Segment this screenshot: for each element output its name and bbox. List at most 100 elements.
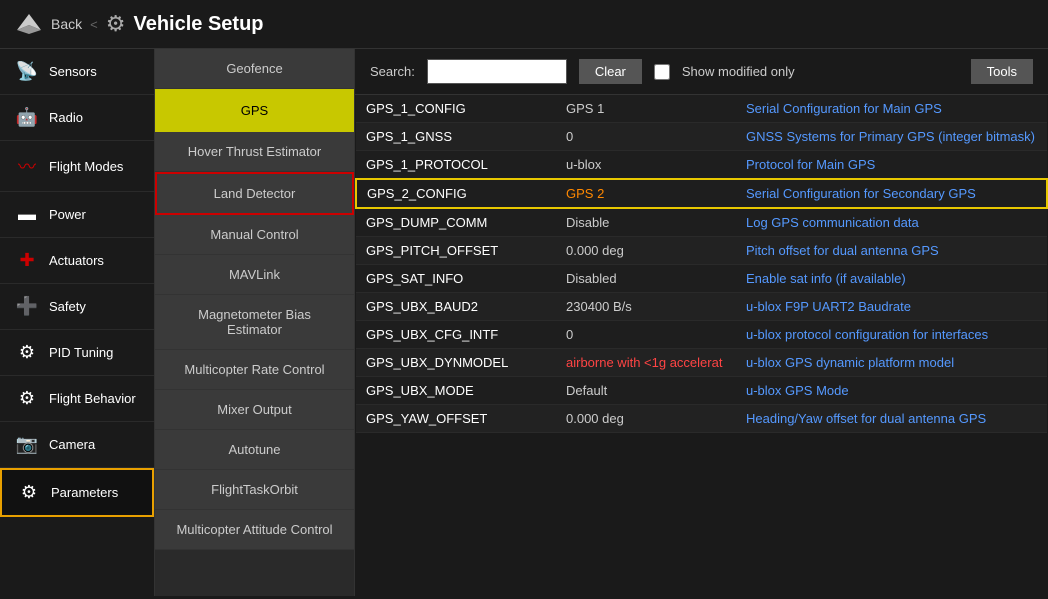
param-value[interactable]: 0.000 deg xyxy=(556,405,736,433)
param-name: GPS_UBX_BAUD2 xyxy=(356,293,556,321)
param-desc: Pitch offset for dual antenna GPS xyxy=(736,237,1047,265)
sidebar-item-flight-behavior[interactable]: ⚙ Flight Behavior xyxy=(0,376,154,422)
sidebar-label-safety: Safety xyxy=(49,299,86,314)
sub-item-mag-bias[interactable]: Magnetometer Bias Estimator xyxy=(155,295,354,350)
table-row[interactable]: GPS_YAW_OFFSET0.000 degHeading/Yaw offse… xyxy=(356,405,1047,433)
sub-item-manual-control[interactable]: Manual Control xyxy=(155,215,354,255)
param-desc: GNSS Systems for Primary GPS (integer bi… xyxy=(736,123,1047,151)
table-row[interactable]: GPS_DUMP_COMMDisableLog GPS communicatio… xyxy=(356,208,1047,237)
sidebar-item-flight-modes[interactable]: 〰 Flight Modes xyxy=(0,141,154,192)
sidebar-label-sensors: Sensors xyxy=(49,64,97,79)
flight-modes-icon: 〰 xyxy=(15,153,39,179)
param-name: GPS_UBX_CFG_INTF xyxy=(356,321,556,349)
flight-behavior-icon: ⚙ xyxy=(15,388,39,409)
param-name: GPS_DUMP_COMM xyxy=(356,208,556,237)
sub-sidebar: Geofence GPS Hover Thrust Estimator Land… xyxy=(155,49,355,596)
table-row[interactable]: GPS_1_PROTOCOLu-bloxProtocol for Main GP… xyxy=(356,151,1047,180)
table-row[interactable]: GPS_2_CONFIGGPS 2Serial Configuration fo… xyxy=(356,179,1047,208)
param-name: GPS_1_PROTOCOL xyxy=(356,151,556,180)
sidebar-item-actuators[interactable]: ✚ Actuators xyxy=(0,238,154,284)
table-row[interactable]: GPS_SAT_INFODisabledEnable sat info (if … xyxy=(356,265,1047,293)
sub-item-geofence[interactable]: Geofence xyxy=(155,49,354,89)
sidebar-label-flight-behavior: Flight Behavior xyxy=(49,391,136,406)
param-value[interactable]: 0 xyxy=(556,123,736,151)
safety-icon: ➕ xyxy=(15,296,39,317)
sub-item-mavlink[interactable]: MAVLink xyxy=(155,255,354,295)
header: Back < ⚙ Vehicle Setup xyxy=(0,0,1048,49)
param-value[interactable]: Default xyxy=(556,377,736,405)
param-value[interactable]: airborne with <1g accelerat xyxy=(556,349,736,377)
sub-item-gps[interactable]: GPS xyxy=(155,89,354,132)
sidebar-label-camera: Camera xyxy=(49,437,95,452)
power-icon: ▬ xyxy=(15,204,39,225)
clear-button[interactable]: Clear xyxy=(579,59,642,84)
param-desc: Serial Configuration for Main GPS xyxy=(736,95,1047,123)
param-name: GPS_2_CONFIG xyxy=(356,179,556,208)
back-button[interactable]: Back xyxy=(51,16,82,32)
param-value[interactable]: 0 xyxy=(556,321,736,349)
param-value[interactable]: 230400 B/s xyxy=(556,293,736,321)
param-name: GPS_UBX_MODE xyxy=(356,377,556,405)
param-value[interactable]: GPS 2 xyxy=(556,179,736,208)
table-row[interactable]: GPS_UBX_MODEDefaultu-blox GPS Mode xyxy=(356,377,1047,405)
param-value[interactable]: Disable xyxy=(556,208,736,237)
sidebar-label-parameters: Parameters xyxy=(51,485,118,500)
show-modified-label: Show modified only xyxy=(682,64,795,79)
table-row[interactable]: GPS_UBX_CFG_INTF0u-blox protocol configu… xyxy=(356,321,1047,349)
search-label: Search: xyxy=(370,64,415,79)
param-desc: Protocol for Main GPS xyxy=(736,151,1047,180)
sub-item-land-detector[interactable]: Land Detector xyxy=(155,172,354,215)
param-value[interactable]: 0.000 deg xyxy=(556,237,736,265)
params-table: GPS_1_CONFIGGPS 1Serial Configuration fo… xyxy=(355,95,1048,596)
search-input[interactable] xyxy=(427,59,567,84)
sidebar: 📡 Sensors 🤖 Radio 〰 Flight Modes ▬ Power… xyxy=(0,49,155,596)
toolbar: Search: Clear Show modified only Tools xyxy=(355,49,1048,95)
param-name: GPS_YAW_OFFSET xyxy=(356,405,556,433)
table-row[interactable]: GPS_UBX_DYNMODELairborne with <1g accele… xyxy=(356,349,1047,377)
param-name: GPS_SAT_INFO xyxy=(356,265,556,293)
sidebar-item-safety[interactable]: ➕ Safety xyxy=(0,284,154,330)
sidebar-label-actuators: Actuators xyxy=(49,253,104,268)
sidebar-item-radio[interactable]: 🤖 Radio xyxy=(0,95,154,141)
param-name: GPS_1_GNSS xyxy=(356,123,556,151)
sidebar-item-power[interactable]: ▬ Power xyxy=(0,192,154,238)
param-desc: Log GPS communication data xyxy=(736,208,1047,237)
param-name: GPS_1_CONFIG xyxy=(356,95,556,123)
sub-item-flighttaskorbit[interactable]: FlightTaskOrbit xyxy=(155,470,354,510)
sidebar-label-power: Power xyxy=(49,207,86,222)
sub-item-hover-thrust[interactable]: Hover Thrust Estimator xyxy=(155,132,354,172)
main-layout: 📡 Sensors 🤖 Radio 〰 Flight Modes ▬ Power… xyxy=(0,49,1048,596)
plane-icon xyxy=(15,10,43,38)
sidebar-item-parameters[interactable]: ⚙ Parameters xyxy=(0,468,154,517)
sub-item-mc-attitude[interactable]: Multicopter Attitude Control xyxy=(155,510,354,550)
table-row[interactable]: GPS_UBX_BAUD2230400 B/su-blox F9P UART2 … xyxy=(356,293,1047,321)
param-value[interactable]: u-blox xyxy=(556,151,736,180)
sub-item-mc-rate[interactable]: Multicopter Rate Control xyxy=(155,350,354,390)
sidebar-item-camera[interactable]: 📷 Camera xyxy=(0,422,154,468)
show-modified-checkbox[interactable] xyxy=(654,64,670,80)
sub-item-mixer[interactable]: Mixer Output xyxy=(155,390,354,430)
sidebar-item-sensors[interactable]: 📡 Sensors xyxy=(0,49,154,95)
actuators-icon: ✚ xyxy=(15,250,39,271)
radio-icon: 🤖 xyxy=(15,107,39,128)
param-name: GPS_UBX_DYNMODEL xyxy=(356,349,556,377)
table-row[interactable]: GPS_1_GNSS0GNSS Systems for Primary GPS … xyxy=(356,123,1047,151)
sidebar-label-radio: Radio xyxy=(49,110,83,125)
page-title: Vehicle Setup xyxy=(133,13,263,36)
param-desc: u-blox protocol configuration for interf… xyxy=(736,321,1047,349)
param-value[interactable]: Disabled xyxy=(556,265,736,293)
tools-button[interactable]: Tools xyxy=(971,59,1033,84)
param-desc: u-blox GPS dynamic platform model xyxy=(736,349,1047,377)
param-desc: Heading/Yaw offset for dual antenna GPS xyxy=(736,405,1047,433)
camera-icon: 📷 xyxy=(15,434,39,455)
header-separator: < xyxy=(90,17,98,32)
param-value[interactable]: GPS 1 xyxy=(556,95,736,123)
param-desc: Enable sat info (if available) xyxy=(736,265,1047,293)
sidebar-item-pid-tuning[interactable]: ⚙ PID Tuning xyxy=(0,330,154,376)
param-name: GPS_PITCH_OFFSET xyxy=(356,237,556,265)
parameters-icon: ⚙ xyxy=(17,482,41,503)
table-row[interactable]: GPS_PITCH_OFFSET0.000 degPitch offset fo… xyxy=(356,237,1047,265)
table-row[interactable]: GPS_1_CONFIGGPS 1Serial Configuration fo… xyxy=(356,95,1047,123)
settings-icon: ⚙ xyxy=(106,11,126,37)
sub-item-autotune[interactable]: Autotune xyxy=(155,430,354,470)
